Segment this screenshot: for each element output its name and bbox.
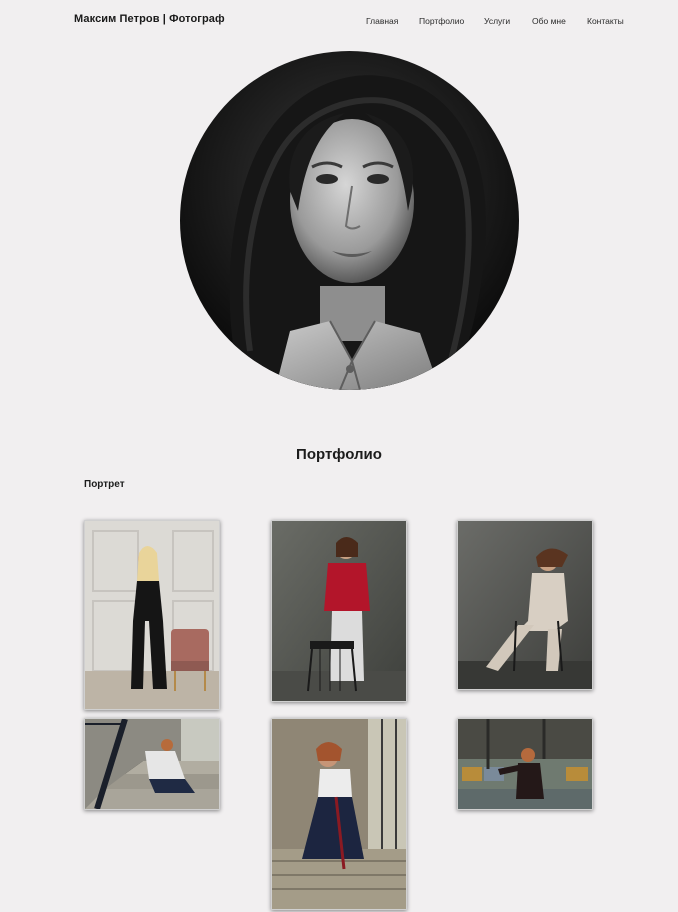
nav-portfolio-link[interactable]: Портфолио bbox=[419, 16, 464, 26]
hero-portrait-image bbox=[180, 51, 519, 390]
portfolio-photo-1[interactable] bbox=[84, 520, 220, 710]
portfolio-photo-5[interactable] bbox=[271, 718, 407, 910]
hero-portrait bbox=[180, 51, 519, 390]
nav-contacts-link[interactable]: Контакты bbox=[587, 16, 624, 26]
portfolio-photo-2[interactable] bbox=[271, 520, 407, 702]
portfolio-photo-5-image bbox=[272, 719, 406, 909]
category-label: Портрет bbox=[84, 479, 125, 490]
portfolio-photo-3-image bbox=[458, 521, 592, 689]
portfolio-photo-6[interactable] bbox=[457, 718, 593, 810]
portfolio-title: Портфолио bbox=[296, 446, 382, 463]
portfolio-photo-4-image bbox=[85, 719, 219, 809]
nav-about-link[interactable]: Обо мне bbox=[532, 16, 566, 26]
portfolio-photo-3[interactable] bbox=[457, 520, 593, 690]
portfolio-photo-1-image bbox=[85, 521, 219, 709]
portfolio-photo-2-image bbox=[272, 521, 406, 701]
portfolio-photo-6-image bbox=[458, 719, 592, 809]
nav-services-link[interactable]: Услуги bbox=[484, 16, 510, 26]
site-header: Максим Петров | Фотограф Главная Портфол… bbox=[0, 0, 678, 40]
main-nav: Главная Портфолио Услуги Обо мне Контакт… bbox=[0, 16, 678, 30]
portfolio-photo-4[interactable] bbox=[84, 718, 220, 810]
nav-home-link[interactable]: Главная bbox=[366, 16, 398, 26]
